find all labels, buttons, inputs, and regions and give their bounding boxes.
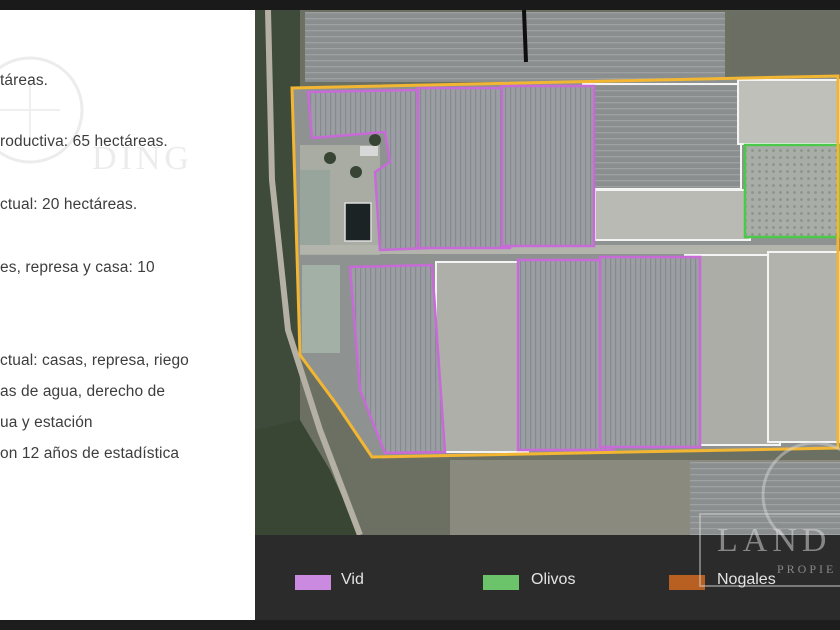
building-roof: [360, 146, 378, 156]
desc-line-2: roductiva: 65 hectáreas.: [0, 133, 168, 150]
pond-west: [302, 265, 340, 353]
reservoir: [344, 202, 372, 242]
desc-line-8: on 12 años de estadística: [0, 445, 180, 462]
olivos-parcel: [743, 143, 840, 239]
legend-label-olivos: Olivos: [531, 571, 576, 588]
compound-tree: [324, 152, 336, 164]
bottom-bar: [0, 620, 840, 630]
free-parcel: [767, 251, 840, 443]
north-field: [305, 12, 725, 82]
vid-parcel: [598, 255, 702, 449]
legend-swatch-olivos: [483, 575, 519, 590]
legend-swatch-vid: [295, 575, 331, 590]
aerial-map: [255, 10, 840, 535]
compound-tree: [350, 166, 362, 178]
desc-line-5: ctual: casas, represa, riego: [0, 352, 189, 369]
free-parcel: [594, 189, 751, 241]
aerial-map-svg: [255, 10, 840, 535]
free-parcel: [435, 261, 529, 453]
free-parcel: [582, 83, 742, 190]
desc-line-4: es, represa y casa: 10: [0, 259, 155, 276]
northeast-orchard: [730, 12, 840, 74]
desc-line-3: ctual: 20 hectáreas.: [0, 196, 138, 213]
description-panel: DING táreas. roductiva: 65 hectáreas. ct…: [0, 10, 255, 620]
desc-line-7: ua y estación: [0, 414, 93, 431]
map-pin-line: [522, 10, 528, 63]
desc-line-1: táreas.: [0, 72, 49, 89]
right-watermark-subtext: PROPIE: [777, 562, 837, 576]
desc-line-6: as de agua, derecho de: [0, 383, 166, 400]
map-legend: Vid Olivos Nogales LAND PROPIE: [255, 513, 840, 620]
vid-parcel: [500, 84, 596, 248]
vid-parcel: [416, 86, 512, 250]
right-watermark-text: LAND: [717, 522, 832, 559]
free-parcel: [737, 79, 840, 145]
pond-north: [300, 170, 330, 252]
top-bar: [0, 0, 840, 10]
legend-label-vid: Vid: [341, 571, 364, 588]
compound-tree: [369, 134, 381, 146]
